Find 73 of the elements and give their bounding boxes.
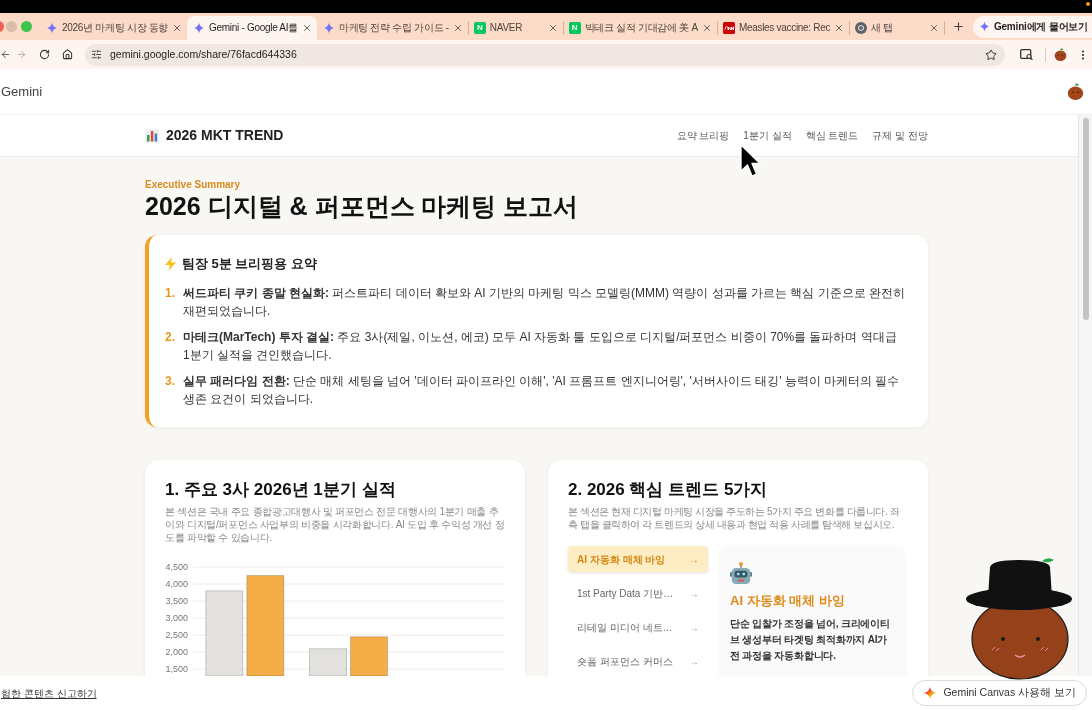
nav-link[interactable]: 규제 및 전망: [872, 129, 928, 142]
card-title: 2. 2026 핵심 트렌드 5가지: [568, 479, 769, 501]
detail-text: 단순 입찰가 조정을 넘어, 크리에이티브 생성부터 타겟팅 최적화까지 AI가 전 과정을 자동화합니다.: [730, 617, 891, 663]
close-tab-icon[interactable]: [452, 23, 463, 33]
report-link[interactable]: 험한 콘텐츠 신고하기: [1, 685, 97, 701]
card-description: 본 섹션은 국내 주요 종합광고대행사 및 퍼포먼스 전문 대행사의 1분기 매출 추이와 디지털/퍼포먼스 사업부의 비중을 시각화합니다. AI 도입 후 수익성 개선 정도를 파악할 수 있습니다.: [165, 505, 505, 544]
browser-tab[interactable]: 새 탭: [849, 16, 944, 40]
home-icon[interactable]: [62, 49, 73, 60]
brand-title: 2026 MKT TREND: [166, 126, 284, 145]
sliders-icon[interactable]: [91, 49, 102, 60]
ask-gemini-button[interactable]: Gemini에게 물어보기: [972, 15, 1092, 38]
card-description: 본 섹션은 현재 디지털 마케팅 시장을 주도하는 5가지 주요 변화를 다룹니다. 좌측 탭을 클릭하여 각 트렌드의 상세 내용과 현업 적용 사례를 탐색해 보십시오.: [568, 505, 901, 531]
sparkle-icon: [978, 21, 990, 32]
close-tab-icon[interactable]: [701, 23, 712, 33]
axis-tick-label: 2,500: [165, 630, 188, 641]
axis-tick-label: 4,000: [165, 579, 188, 590]
browser-tab[interactable]: N 빅테크 실적 기대감에 美 A: [562, 16, 717, 40]
sparkle-icon: [46, 22, 58, 34]
browser-tab[interactable]: N NAVER: [467, 16, 563, 40]
bookmark-star-icon[interactable]: [985, 48, 997, 61]
try-canvas-button[interactable]: Gemini Canvas 사용해 보기: [912, 680, 1087, 706]
summary-heading: 팀장 5분 브리핑용 요약: [182, 255, 318, 273]
axis-tick-label: 4,500: [165, 562, 188, 572]
chart-bar: [350, 636, 388, 676]
trend-tab[interactable]: 리테일 미디어 네트… →: [568, 614, 708, 640]
back-icon[interactable]: [0, 49, 11, 60]
nav-link[interactable]: 1분기 실적: [743, 129, 792, 142]
list-number: 1.: [165, 285, 176, 302]
browser-logo-icon: [855, 22, 868, 34]
list-number: 2.: [165, 329, 176, 346]
sparkle-icon: [322, 22, 335, 34]
lightning-icon: [165, 257, 176, 271]
news-logo-icon: [722, 22, 735, 34]
axis-tick-label: 2,000: [165, 647, 188, 658]
reload-icon[interactable]: [39, 49, 50, 60]
favicon: N: [473, 22, 486, 34]
axis-tick-label: 3,500: [165, 596, 188, 607]
app-title: Gemini: [1, 82, 43, 101]
card-title: 1. 주요 3사 2026년 1분기 실적: [165, 479, 397, 501]
bar-chart-icon: [145, 128, 159, 143]
browser-tab[interactable]: 2026년 마케팅 시장 동향: [40, 16, 188, 40]
browser-tab[interactable]: Gemini - Google AI를: [187, 16, 317, 40]
summary-item-text: 마테크(MarTech) 투자 결실: 주요 3사(제일, 이노션, 에코) 모두 AI 자동화 툴 도입으로 디지털/퍼포먼스 비중이 70%를 돌파하며 역대급 1분기 실적을 견인했습니다.: [183, 329, 898, 364]
close-tab-icon[interactable]: [301, 23, 312, 33]
close-tab-icon[interactable]: [928, 23, 939, 33]
axis-tick-label: 3,000: [165, 613, 188, 624]
browser-tab[interactable]: Measles vaccine: Rec: [716, 16, 850, 40]
tab-search-icon[interactable]: [1020, 49, 1033, 60]
character-avatar-icon[interactable]: [1054, 48, 1067, 61]
favicon: N: [568, 22, 581, 34]
robot-icon: [730, 562, 752, 584]
trend-tab[interactable]: 숏폼 퍼포먼스 커머스 →: [568, 648, 708, 674]
new-tab-icon[interactable]: [951, 20, 965, 33]
report-title: 2026 디지털 & 퍼포먼스 마케팅 보고서: [145, 191, 580, 221]
summary-item-text: 써드파티 쿠키 종말 현실화: 퍼스트파티 데이터 확보와 AI 기반의 마케팅 믹스 모델링(MMM) 역량이 성과를 가르는 핵심 기준으로 완전히 재편되었습니다.: [183, 285, 906, 320]
nav-link[interactable]: 핵심 트렌드: [805, 129, 859, 142]
close-tab-icon[interactable]: [172, 23, 183, 33]
section-eyebrow: Executive Summary: [145, 178, 242, 191]
detail-title: AI 자동화 매체 바잉: [730, 592, 846, 610]
scrollbar-thumb[interactable]: [1082, 118, 1089, 320]
summary-item-text: 실무 패러다임 전환: 단순 매체 세팅을 넘어 '데이터 파이프라인 이해', 'AI 프롬프트 엔지니어링', '서버사이드 태깅' 능력이 마케터의 필수 생존 요건이 되었습니다.: [183, 373, 901, 408]
nav-link[interactable]: 요약 브리핑: [676, 129, 730, 142]
profile-avatar-icon[interactable]: [1067, 83, 1084, 100]
close-tab-icon[interactable]: [547, 23, 558, 33]
address-bar[interactable]: gemini.google.com/share/76facd644336: [85, 43, 1005, 66]
sparkle-icon: [923, 686, 938, 700]
trend-tab[interactable]: 1st Party Data 기반… →: [568, 580, 708, 606]
browser-tab[interactable]: 마케팅 전략 수립 가이드 -: [316, 16, 468, 40]
sparkle-icon: [193, 22, 206, 34]
close-tab-icon[interactable]: [834, 23, 845, 33]
axis-tick-label: 1,500: [165, 664, 188, 675]
list-number: 3.: [165, 373, 176, 390]
close-window-icon[interactable]: [0, 21, 4, 32]
